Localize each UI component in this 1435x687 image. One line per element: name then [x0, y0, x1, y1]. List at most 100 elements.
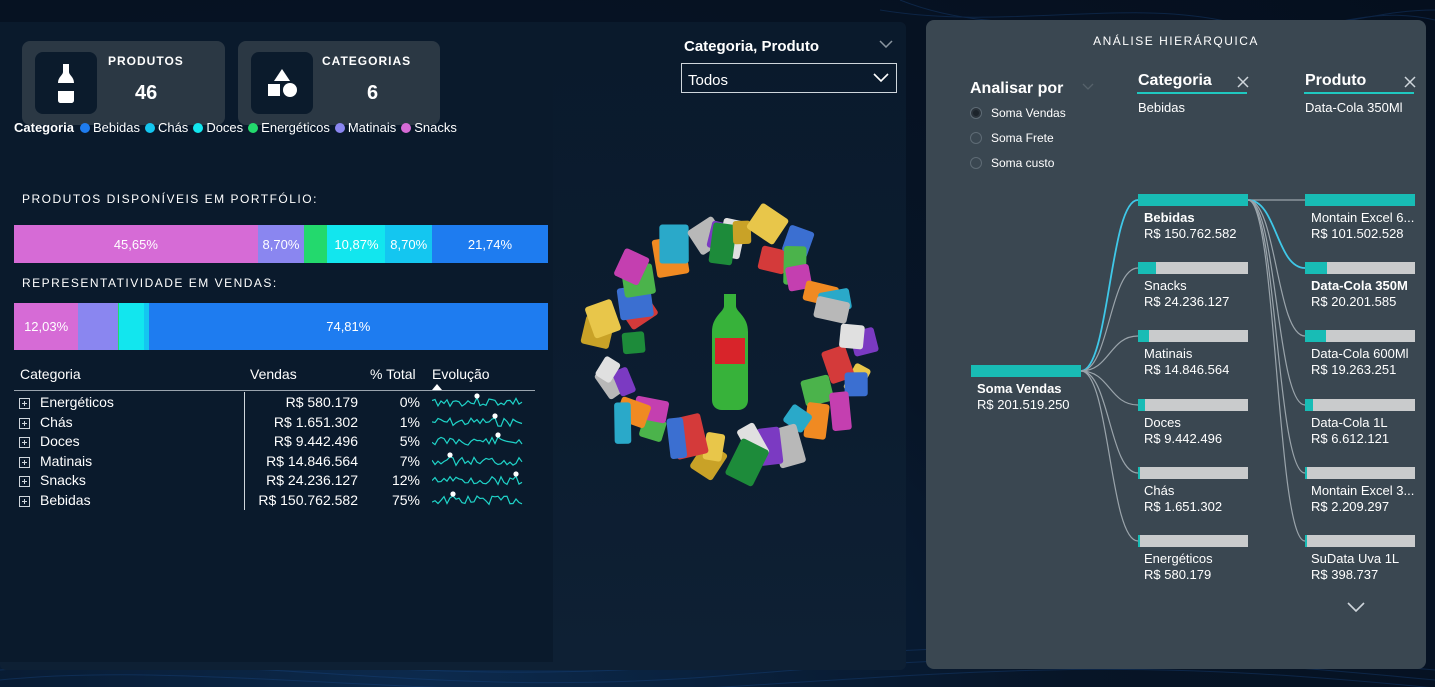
node-value: R$ 9.442.496 [1144, 431, 1223, 446]
node-bar[interactable] [1305, 535, 1415, 547]
sparkline [432, 471, 523, 486]
portfolio-title: PRODUTOS DISPONÍVEIS EM PORTFÓLIO: [22, 192, 318, 206]
node-bar[interactable] [1138, 399, 1248, 411]
cell-sales: R$ 150.762.582 [258, 491, 358, 508]
legend-item-snacks[interactable]: Snacks [401, 120, 457, 135]
node-name: Doces [1144, 415, 1181, 430]
sparkline-peak-marker [492, 412, 498, 419]
legend-item-energeticos[interactable]: Energéticos [248, 120, 330, 135]
cell-pct: 75% [391, 491, 420, 508]
table-row[interactable]: Doces R$ 9.442.496 5% [14, 432, 536, 452]
cell-sales: R$ 14.846.564 [266, 452, 358, 469]
sparkline-peak-marker [450, 490, 456, 497]
legend-item-chas[interactable]: Chás [144, 120, 188, 135]
legend-item-matinais[interactable]: Matinais [334, 120, 397, 135]
node-bar-fill [1138, 535, 1140, 547]
product-package [621, 331, 646, 355]
node-bar[interactable] [1305, 467, 1415, 479]
bar-segment-snacks[interactable]: 45,65% [14, 225, 258, 263]
kpi-card-categorias: CATEGORIAS 6 [238, 41, 440, 125]
expand-icon[interactable] [19, 476, 30, 487]
node-value: R$ 14.846.564 [1144, 362, 1230, 377]
node-name: Soma Vendas [977, 381, 1062, 396]
node-bar[interactable] [1138, 330, 1248, 342]
sparkline-path [432, 416, 523, 427]
node-value: R$ 19.263.251 [1311, 362, 1397, 377]
cell-pct: 1% [399, 413, 420, 430]
cell-pct: 7% [399, 452, 420, 469]
cell-category: Bebidas [40, 491, 91, 508]
expand-icon[interactable] [19, 398, 30, 409]
sparkline [432, 412, 523, 427]
legend-dot [334, 122, 345, 133]
bar-segment-doces[interactable]: 10,87% [327, 225, 386, 263]
node-bar-fill [971, 365, 1081, 377]
cell-sales: R$ 1.651.302 [273, 413, 358, 430]
cell-sales: R$ 24.236.127 [266, 472, 358, 488]
sparkline [432, 451, 523, 467]
cell-category: Doces [40, 433, 80, 449]
node-name: Data-Cola 600Ml [1311, 346, 1409, 361]
kpi-label: PRODUTOS [108, 54, 184, 68]
node-bar[interactable] [1138, 262, 1248, 274]
node-name: Data-Cola 1L [1311, 415, 1388, 430]
legend-item-bebidas[interactable]: Bebidas [79, 120, 140, 135]
bar-segment-matinais[interactable]: 8,70% [257, 225, 305, 263]
expand-icon[interactable] [19, 437, 30, 448]
cell-category: Energéticos [40, 394, 114, 410]
kpi-value: 6 [367, 82, 379, 104]
node-bar-fill [1305, 399, 1313, 411]
header-pct[interactable]: % Total [370, 366, 416, 382]
cell-sales: R$ 580.179 [285, 394, 358, 410]
column-divider [244, 392, 245, 510]
legend-dot [401, 122, 412, 133]
category-legend: Categoria Bebidas Chás Doces Energéticos… [14, 120, 462, 135]
slicer-dropdown[interactable]: Todos [681, 63, 897, 93]
product-package [659, 224, 689, 264]
node-value: R$ 1.651.302 [1144, 499, 1223, 514]
shapes-icon [251, 52, 313, 114]
node-bar[interactable] [1138, 194, 1248, 206]
bar-segment-bebidas[interactable]: 21,74% [431, 225, 549, 263]
node-name: Montain Excel 6... [1311, 210, 1415, 225]
node-bar[interactable] [971, 365, 1081, 377]
sparkline-path [432, 396, 523, 408]
header-trend[interactable]: Evolução [432, 366, 490, 382]
table-row[interactable]: Bebidas R$ 150.762.582 75% [14, 490, 536, 511]
node-bar-fill [1305, 194, 1415, 206]
table-row[interactable]: Energéticos R$ 580.179 0% [14, 393, 536, 413]
header-sales[interactable]: Vendas [250, 366, 297, 382]
expand-more-icon[interactable] [1347, 602, 1365, 612]
sales-table: Categoria Vendas % Total Evolução Energé… [14, 340, 536, 512]
cell-category: Matinais [40, 452, 93, 469]
node-bar[interactable] [1305, 399, 1415, 411]
node-bar[interactable] [1305, 194, 1415, 206]
node-name: Chás [1144, 483, 1175, 498]
product-package [839, 323, 865, 350]
expand-icon[interactable] [19, 417, 30, 429]
sparkline [432, 393, 523, 408]
bar-segment-energéticos[interactable] [304, 225, 328, 263]
legend-label: Matinais [347, 120, 397, 135]
legend-label: Doces [206, 120, 244, 135]
sparkline-peak-marker [474, 393, 480, 399]
table-row[interactable]: Chás R$ 1.651.302 1% [14, 412, 536, 433]
slicer-collapse-icon[interactable] [879, 40, 893, 48]
header-category[interactable]: Categoria [20, 366, 81, 382]
node-bar-fill [1138, 399, 1145, 411]
table-row[interactable]: Snacks R$ 24.236.127 12% [14, 471, 536, 491]
node-bar[interactable] [1305, 330, 1415, 342]
legend-dot [248, 122, 259, 133]
expand-icon[interactable] [19, 456, 30, 468]
node-bar[interactable] [1305, 262, 1415, 274]
sparkline-path [432, 494, 523, 505]
sparkline-peak-marker [447, 451, 453, 458]
table-row[interactable]: Matinais R$ 14.846.564 7% [14, 451, 536, 472]
sparkline-peak-marker [513, 471, 519, 477]
legend-item-doces[interactable]: Doces [193, 120, 243, 135]
node-value: R$ 201.519.250 [977, 397, 1070, 412]
node-bar[interactable] [1138, 535, 1248, 547]
expand-icon[interactable] [19, 495, 30, 507]
node-bar[interactable] [1138, 467, 1248, 479]
bar-segment-chás[interactable]: 8,70% [385, 225, 432, 263]
